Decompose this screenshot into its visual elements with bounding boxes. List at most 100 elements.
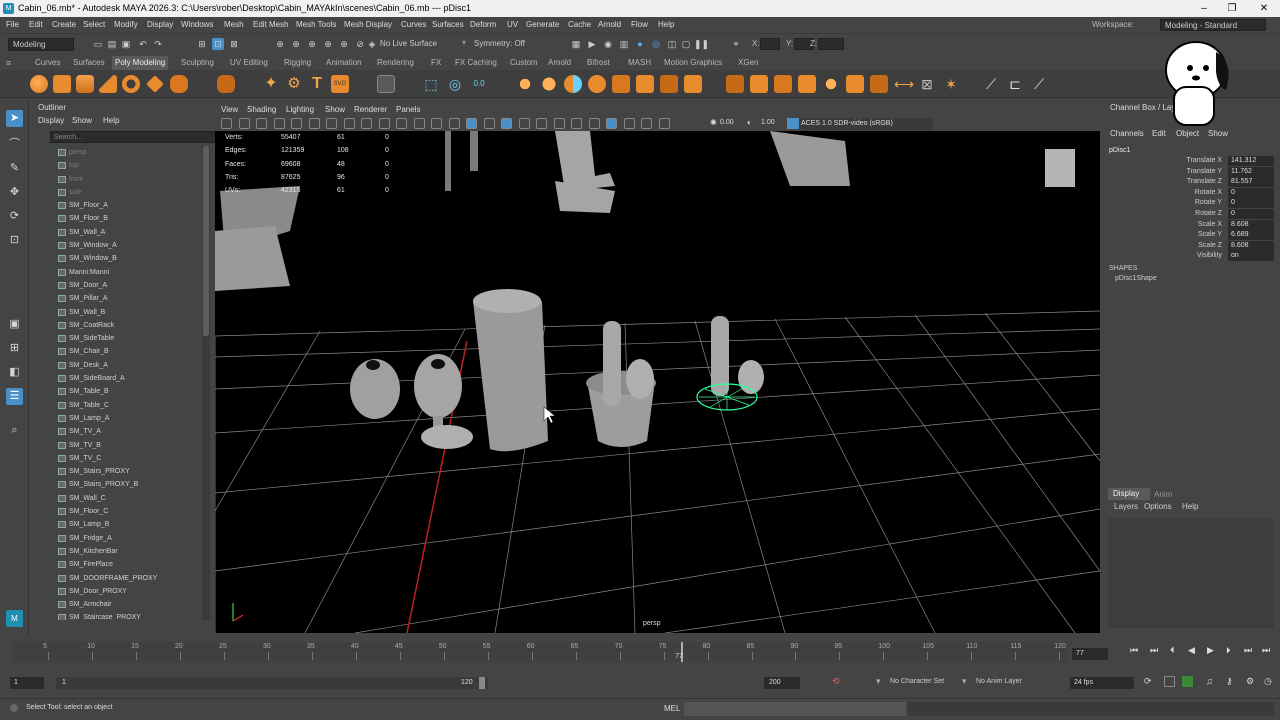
menu-curves[interactable]: Curves <box>401 17 426 33</box>
select-by-hierarchy-icon[interactable]: ⊞ <box>196 38 208 50</box>
menu-modify[interactable]: Modify <box>114 17 138 33</box>
select-tool-icon[interactable]: ➤ <box>6 110 23 127</box>
menu-select[interactable]: Select <box>83 17 105 33</box>
film-gate-icon[interactable] <box>343 118 355 129</box>
svg-tool-icon[interactable]: SVG <box>331 75 349 93</box>
viewport-menu-lighting[interactable]: Lighting <box>286 103 314 117</box>
layer-menu-help[interactable]: Help <box>1182 502 1198 511</box>
attribute-value[interactable]: 6.689 <box>1228 230 1274 241</box>
lasso-tool-icon[interactable]: ⌒ <box>6 136 23 153</box>
redo-icon[interactable]: ↷ <box>152 38 164 50</box>
menu-create[interactable]: Create <box>52 17 76 33</box>
extract-icon[interactable]: ⊠ <box>918 75 936 93</box>
type-tool-icon[interactable]: T <box>308 75 326 93</box>
target-weld-icon[interactable] <box>798 75 816 93</box>
sweep-mesh-icon[interactable]: ✦ <box>262 75 280 93</box>
outliner-layout-icon[interactable]: ☰ <box>6 388 23 405</box>
shadows-icon[interactable] <box>536 118 547 129</box>
isolate-select-icon[interactable] <box>606 118 617 129</box>
grease-pencil-icon[interactable] <box>308 118 320 129</box>
poly-plane-icon[interactable] <box>146 75 164 93</box>
bookmark-icon[interactable] <box>256 118 267 129</box>
scale-tool-icon[interactable]: ⊡ <box>6 232 23 249</box>
search-icon[interactable]: ⌕ <box>6 422 23 439</box>
xray-joints-icon[interactable] <box>641 118 652 129</box>
two-d-pan-icon[interactable] <box>291 118 302 129</box>
polygon-grid-icon[interactable] <box>377 75 395 93</box>
outliner-scrollbar[interactable] <box>202 146 210 620</box>
command-input[interactable] <box>684 702 906 716</box>
viewport-menu-shading[interactable]: Shading <box>247 103 276 117</box>
outliner-item[interactable]: top <box>32 159 204 172</box>
layer-tab-display[interactable]: Display <box>1108 488 1150 500</box>
attribute-row[interactable]: Visibility on <box>1104 251 1274 262</box>
outliner-item[interactable]: SM_DOORFRAME_PROXY <box>32 572 204 585</box>
four-view-icon[interactable]: ⊞ <box>6 340 23 357</box>
anim-layer-dropdown[interactable]: No Anim Layer <box>976 678 1022 685</box>
lock-camera-icon[interactable] <box>238 118 250 129</box>
magnet-mode-icon[interactable]: ◈ <box>368 38 376 50</box>
outliner-item[interactable]: Manni:Manni <box>32 266 204 279</box>
rotate-tool-icon[interactable]: ⟳ <box>6 208 23 225</box>
combine-icon[interactable] <box>516 75 534 93</box>
attribute-row[interactable]: Scale Z 8.608 <box>1104 240 1274 252</box>
layer-menu-layers[interactable]: Layers <box>1114 502 1138 511</box>
attribute-row[interactable]: Rotate X 0 <box>1104 187 1274 199</box>
symmetry-label[interactable]: Symmetry: Off <box>474 39 525 48</box>
poly-sphere-icon[interactable] <box>30 75 48 93</box>
attribute-row[interactable]: Rotate Y 0 <box>1104 198 1274 209</box>
render-settings-icon[interactable]: ▥ <box>618 38 630 50</box>
play-backward-icon[interactable]: ◀ <box>1188 645 1195 656</box>
shelf-tab-mash[interactable]: MASH <box>625 56 654 70</box>
menu-edit-mesh[interactable]: Edit Mesh <box>253 17 289 33</box>
save-scene-icon[interactable]: ▣ <box>120 38 132 50</box>
snap-point-icon[interactable]: ⊕ <box>306 38 318 50</box>
outliner-item[interactable]: SM_TV_A <box>32 425 204 438</box>
outliner-item[interactable]: SM_SideTable <box>32 332 204 345</box>
go-to-end-icon[interactable]: ⏭ <box>1262 645 1270 656</box>
transform-input-icon[interactable]: ⌖ <box>730 38 742 50</box>
gamma-field[interactable]: 1.00 <box>761 119 775 126</box>
wireframe-on-shaded-icon[interactable] <box>483 118 495 129</box>
shelf-tab-fx-caching[interactable]: FX Caching <box>452 56 500 70</box>
attribute-value[interactable]: 141.312 <box>1228 156 1274 166</box>
outliner-item[interactable]: SM_Chair_B <box>32 345 204 358</box>
outliner-item[interactable]: SM_Window_B <box>32 252 204 265</box>
menu-uv[interactable]: UV <box>507 17 518 33</box>
insert-edge-loop-icon[interactable] <box>846 75 864 93</box>
shelf-tab-arnold[interactable]: Arnold <box>545 56 574 70</box>
outliner-item[interactable]: SM_TV_B <box>32 439 204 452</box>
outliner-item[interactable]: SM_KitchenBar <box>32 545 204 558</box>
bevel-icon[interactable] <box>684 75 702 93</box>
minimize-button[interactable]: – <box>1190 0 1218 17</box>
menu-mesh[interactable]: Mesh <box>224 17 244 33</box>
live-surface-label[interactable]: No Live Surface <box>380 39 437 48</box>
shelf-tab-curves[interactable]: Curves <box>32 56 63 70</box>
attribute-row[interactable]: Scale X 8.608 <box>1104 219 1274 231</box>
smooth-icon[interactable] <box>564 75 582 93</box>
uv-editor-icon[interactable]: ⬚ <box>422 75 440 93</box>
render-current-icon[interactable]: ▶ <box>586 38 598 50</box>
xray-icon[interactable] <box>623 118 635 129</box>
slide-edge-icon[interactable]: ⟷ <box>894 75 914 93</box>
attribute-row[interactable]: Rotate Z 0 <box>1104 209 1274 220</box>
arnold-stop-icon[interactable]: ▢ <box>680 38 692 50</box>
audio-icon[interactable]: ♫ <box>1206 676 1213 686</box>
mirror-icon[interactable] <box>612 75 630 93</box>
outliner-menu-show[interactable]: Show <box>72 116 92 125</box>
platonic-solid-icon[interactable] <box>217 75 235 93</box>
undo-icon[interactable]: ↶ <box>137 38 149 50</box>
shelf-tab-custom[interactable]: Custom <box>507 56 541 70</box>
outliner-item[interactable]: SM_Lamp_A <box>32 412 204 425</box>
outliner-scroll-thumb[interactable] <box>203 146 209 336</box>
scene-canvas[interactable] <box>215 131 1100 633</box>
cache-icon[interactable] <box>1182 676 1193 687</box>
poly-disc-icon[interactable] <box>170 75 188 93</box>
outliner-item[interactable]: SM_Wall_A <box>32 226 204 239</box>
magnet-icon[interactable]: ⊘ <box>354 38 366 50</box>
range-bar-track[interactable] <box>56 677 488 689</box>
outliner-item[interactable]: SM_Armchair <box>32 598 204 611</box>
shelf-tab-animation[interactable]: Animation <box>323 56 365 70</box>
outliner-item[interactable]: SM_Window_A <box>32 239 204 252</box>
menu-file[interactable]: File <box>6 17 19 33</box>
